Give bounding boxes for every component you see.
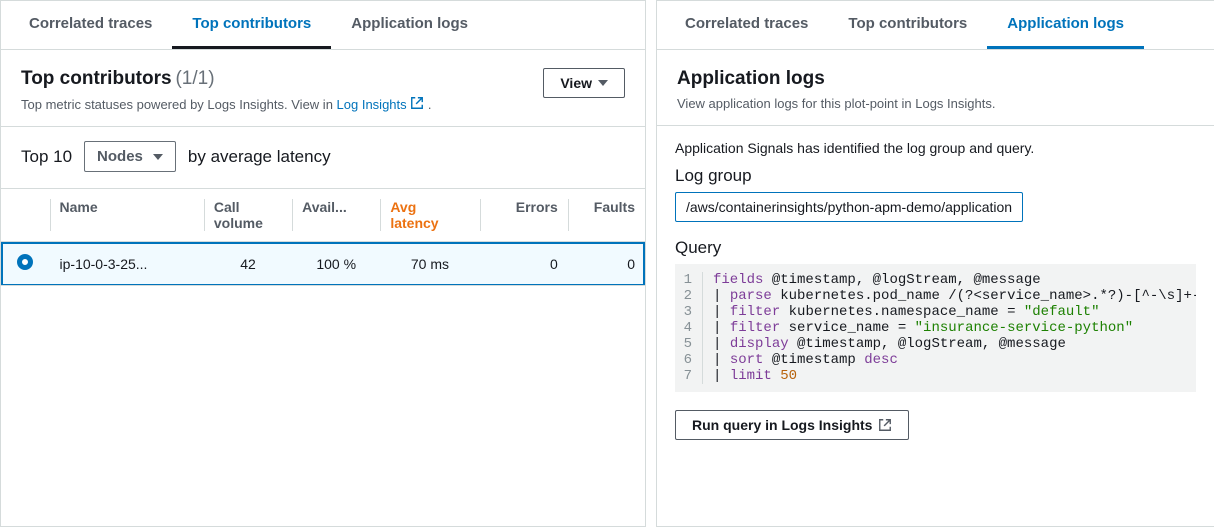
external-link-icon [410,96,424,110]
tab-correlated-traces[interactable]: Correlated traces [9,1,172,49]
controls-prefix: Top 10 [21,147,72,167]
cell-faults: 0 [568,242,645,286]
col-availability[interactable]: Avail... [292,189,380,242]
log-group-label: Log group [675,166,1196,186]
tab-correlated-traces[interactable]: Correlated traces [665,1,828,49]
controls-row: Top 10 Nodes by average latency [1,127,645,188]
controls-suffix: by average latency [188,147,331,167]
cell-name: ip-10-0-3-25... [50,242,204,286]
application-logs-panel: Correlated traces Top contributors Appli… [656,0,1214,527]
section-subtitle-text: Top metric statuses powered by Logs Insi… [21,97,337,112]
section-title: Application logs [677,68,825,89]
cell-avg-latency: 70 ms [380,242,479,286]
view-button[interactable]: View [543,68,625,98]
chevron-down-icon [598,80,608,86]
section-count: (1/1) [175,68,214,89]
cell-errors: 0 [480,242,568,286]
top-contributors-header: Top contributors (1/1) Top metric status… [1,50,645,127]
log-group-value[interactable]: /aws/containerinsights/python-apm-demo/a… [675,192,1023,222]
contributors-table: Name Callvolume Avail... Avglatency Erro… [1,188,645,286]
node-type-selector[interactable]: Nodes [84,141,176,172]
col-faults[interactable]: Faults [568,189,645,242]
tab-top-contributors[interactable]: Top contributors [828,1,987,49]
run-query-button[interactable]: Run query in Logs Insights [675,410,909,440]
log-insights-link[interactable]: Log Insights [337,97,428,112]
external-link-icon [878,418,892,432]
section-subtitle: Top metric statuses powered by Logs Insi… [21,96,432,112]
section-title: Top contributors [21,68,172,89]
col-errors[interactable]: Errors [480,189,568,242]
cell-availability: 100 % [292,242,380,286]
query-label: Query [675,238,1196,258]
section-subtitle-suffix: . [428,97,432,112]
col-avg-latency[interactable]: Avglatency [380,189,479,242]
row-radio-selected[interactable] [17,254,33,270]
col-name[interactable]: Name [50,189,204,242]
top-contributors-panel: Correlated traces Top contributors Appli… [0,0,646,527]
tab-application-logs[interactable]: Application logs [331,1,488,49]
col-call-volume[interactable]: Callvolume [204,189,292,242]
query-code: 1fields @timestamp, @logStream, @message… [675,264,1196,392]
left-tabs: Correlated traces Top contributors Appli… [1,1,645,50]
col-select [1,189,50,242]
app-logs-header: Application logs View application logs f… [657,50,1214,126]
section-subtitle: View application logs for this plot-poin… [677,96,1194,111]
tab-top-contributors[interactable]: Top contributors [172,1,331,49]
info-text: Application Signals has identified the l… [675,140,1196,156]
right-tabs: Correlated traces Top contributors Appli… [657,1,1214,50]
cell-call-volume: 42 [204,242,292,286]
tab-application-logs[interactable]: Application logs [987,1,1144,49]
chevron-down-icon [153,154,163,160]
table-row[interactable]: ip-10-0-3-25... 42 100 % 70 ms 0 0 [1,242,645,286]
